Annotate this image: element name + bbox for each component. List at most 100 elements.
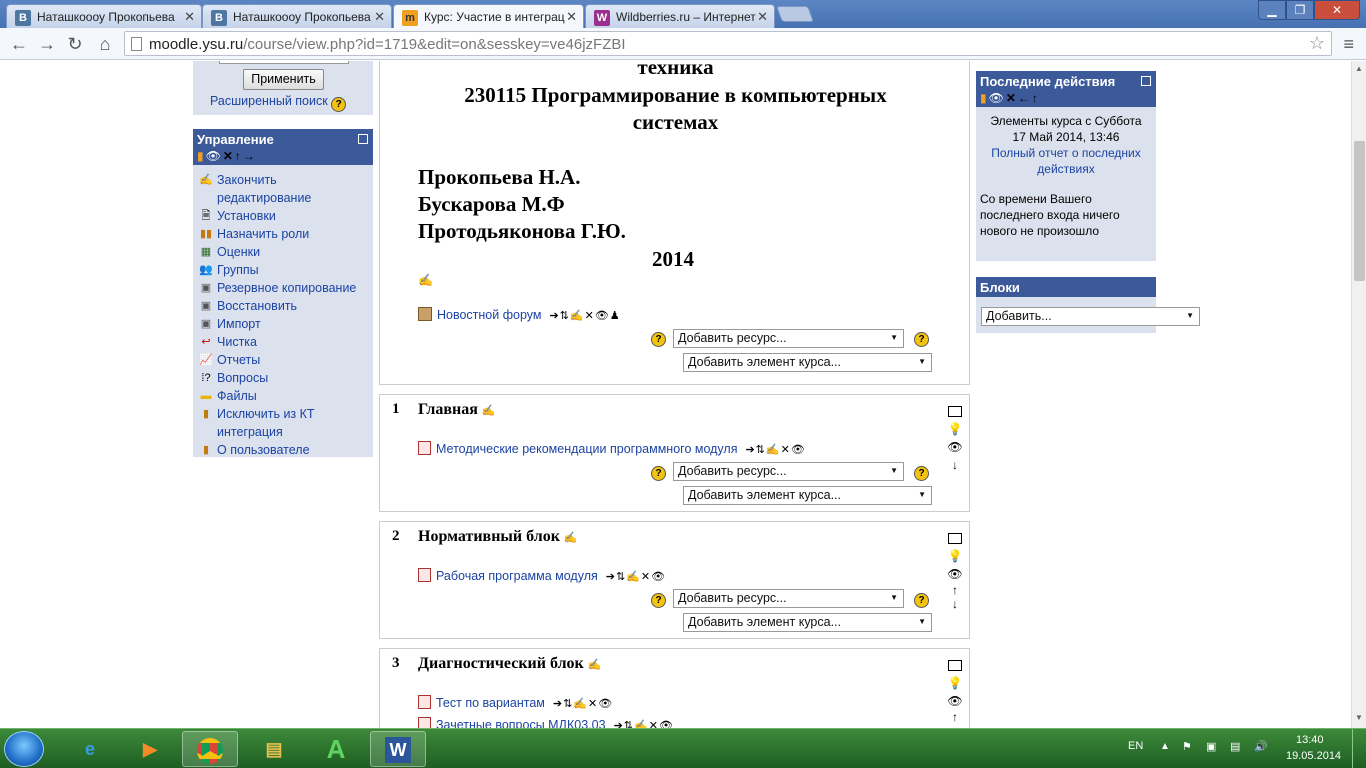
admin-item-groups[interactable]: 👥 Группы	[197, 261, 369, 279]
eye-icon[interactable]: 👁	[947, 692, 963, 710]
edit-icon[interactable]: ✍	[564, 532, 578, 544]
highlight-box-icon[interactable]	[948, 533, 962, 544]
add-resource-select[interactable]: Добавить ресурс...	[673, 462, 904, 481]
close-tab-icon[interactable]: ✕	[566, 9, 577, 25]
reload-icon[interactable]: ↻	[64, 33, 86, 55]
app-a-icon[interactable]: A	[308, 731, 364, 767]
edit-summary-icon[interactable]: ✍	[418, 273, 433, 287]
new-tab-button[interactable]	[776, 6, 814, 22]
move-down-icon[interactable]: ↓	[947, 456, 963, 474]
help-icon[interactable]: ?	[651, 466, 666, 481]
minimize-icon[interactable]: ▁	[1258, 0, 1286, 20]
explorer-icon[interactable]: ▤	[246, 731, 302, 767]
start-button[interactable]	[4, 731, 44, 767]
edit-icon[interactable]: ✍	[482, 405, 496, 417]
admin-item-finish-edit[interactable]: ✍ Закончить редактирование	[197, 171, 369, 207]
media-player-icon[interactable]: ▶	[122, 731, 178, 767]
resource-actions[interactable]: ➔⇅✍✕👁	[553, 698, 613, 710]
help-icon[interactable]: ?	[914, 593, 929, 608]
admin-item-questions[interactable]: ⁞? Вопросы	[197, 369, 369, 387]
eye-icon[interactable]: 👁	[206, 149, 221, 163]
roles-icon[interactable]: ▮	[197, 149, 204, 163]
move-up-icon[interactable]: ↑	[947, 710, 963, 724]
back-icon[interactable]: ←	[8, 33, 30, 55]
add-activity-select[interactable]: Добавить элемент курса...	[683, 613, 932, 632]
eye-icon[interactable]: 👁	[947, 438, 963, 456]
apply-button[interactable]: Применить	[243, 69, 324, 90]
help-icon[interactable]: ?	[331, 97, 347, 112]
move-right-icon[interactable]: →	[243, 149, 255, 163]
browser-tab-2[interactable]: B Наташкоооу Прокопьева ✕	[202, 4, 392, 28]
scroll-down-icon[interactable]: ▼	[1355, 713, 1363, 722]
admin-item-backup[interactable]: ▣ Резервное копирование	[197, 279, 369, 297]
advanced-search-link[interactable]: Расширенный поиск	[210, 94, 328, 108]
delete-icon[interactable]: ✕	[223, 149, 233, 163]
browser-tab-4[interactable]: W Wildberries.ru – Интернет ✕	[585, 4, 775, 28]
full-report-link[interactable]: Полный отчет о последних действиях	[991, 146, 1141, 176]
admin-item-files[interactable]: ▬ Файлы	[197, 387, 369, 405]
window-close-icon[interactable]: ✕	[1314, 0, 1360, 20]
admin-item-restore[interactable]: ▣ Восстановить	[197, 297, 369, 315]
lightbulb-icon[interactable]: 💡	[947, 420, 963, 438]
browser-tab-3[interactable]: m Курс: Участие в интеграц ✕	[393, 4, 584, 29]
network-icon[interactable]: ▤	[1230, 740, 1240, 753]
move-left-icon[interactable]: ←	[1018, 91, 1030, 105]
lightbulb-icon[interactable]: 💡	[947, 674, 963, 692]
show-desktop-button[interactable]	[1352, 729, 1366, 768]
hide-block-icon[interactable]	[1141, 76, 1151, 86]
flag-icon[interactable]: ⚑	[1182, 740, 1192, 753]
add-resource-select[interactable]: Добавить ресурс...	[673, 589, 904, 608]
delete-icon[interactable]: ✕	[1006, 91, 1016, 105]
ie-icon[interactable]: e	[62, 731, 118, 767]
hide-block-icon[interactable]	[358, 134, 368, 144]
lightbulb-icon[interactable]: 💡	[947, 547, 963, 565]
move-up-icon[interactable]: ↑	[235, 149, 241, 163]
help-icon[interactable]: ?	[651, 593, 666, 608]
move-up-icon[interactable]: ↑	[1032, 91, 1038, 105]
roles-icon[interactable]: ▮	[980, 91, 987, 105]
browser-tab-1[interactable]: B Наташкоооу Прокопьева ✕	[6, 4, 202, 28]
menu-icon[interactable]: ≡	[1343, 34, 1354, 55]
device-icon[interactable]: ▣	[1206, 740, 1216, 753]
add-activity-select[interactable]: Добавить элемент курса...	[683, 353, 932, 372]
scroll-up-icon[interactable]: ▲	[1355, 64, 1363, 73]
home-icon[interactable]: ⌂	[94, 33, 116, 55]
admin-item-profile[interactable]: ▮ О пользователе	[197, 441, 369, 459]
move-up-icon[interactable]: ↑	[947, 583, 963, 597]
eye-icon[interactable]: 👁	[989, 91, 1004, 105]
admin-item-reset[interactable]: ↩ Чистка	[197, 333, 369, 351]
resource-actions[interactable]: ➔⇅✍✕👁♟	[549, 310, 620, 322]
add-activity-select[interactable]: Добавить элемент курса...	[683, 486, 932, 505]
chrome-icon[interactable]	[182, 731, 238, 767]
address-bar[interactable]: moodle.ysu.ru/course/view.php?id=1719&ed…	[124, 31, 1332, 56]
resource-actions[interactable]: ➔⇅✍✕👁	[614, 720, 674, 728]
clock-time[interactable]: 13:40	[1296, 734, 1324, 746]
word-icon[interactable]: W	[370, 731, 426, 767]
search-input[interactable]	[219, 61, 349, 64]
forward-icon[interactable]: →	[36, 33, 58, 55]
move-down-icon[interactable]: ↓	[947, 597, 963, 611]
resource-actions[interactable]: ➔⇅✍✕👁	[606, 571, 666, 583]
eye-icon[interactable]: 👁	[947, 565, 963, 583]
admin-item-reports[interactable]: 📈 Отчеты	[197, 351, 369, 369]
help-icon[interactable]: ?	[651, 332, 666, 347]
close-tab-icon[interactable]: ✕	[757, 9, 768, 25]
highlight-box-icon[interactable]	[948, 660, 962, 671]
language-indicator[interactable]: EN	[1128, 740, 1143, 752]
tray-expand-icon[interactable]: ▲	[1160, 741, 1170, 752]
admin-item-grades[interactable]: ▦ Оценки	[197, 243, 369, 261]
admin-item-unenrol[interactable]: ▮ Исключить из КТ интеграция	[197, 405, 369, 441]
highlight-box-icon[interactable]	[948, 406, 962, 417]
admin-item-import[interactable]: ▣ Импорт	[197, 315, 369, 333]
edit-icon[interactable]: ✍	[588, 659, 602, 671]
page-scrollbar[interactable]: ▲ ▼	[1351, 61, 1366, 728]
maximize-icon[interactable]: ❐	[1286, 0, 1314, 20]
close-tab-icon[interactable]: ✕	[184, 9, 195, 25]
news-forum-link[interactable]: Новостной форум	[437, 308, 541, 322]
admin-item-settings[interactable]: 🗎 Установки	[197, 207, 369, 225]
admin-item-roles[interactable]: ▮▮ Назначить роли	[197, 225, 369, 243]
resource-actions[interactable]: ➔⇅✍✕👁	[745, 444, 805, 456]
close-tab-icon[interactable]: ✕	[374, 9, 385, 25]
volume-icon[interactable]: 🔊	[1254, 740, 1268, 753]
help-icon[interactable]: ?	[914, 466, 929, 481]
